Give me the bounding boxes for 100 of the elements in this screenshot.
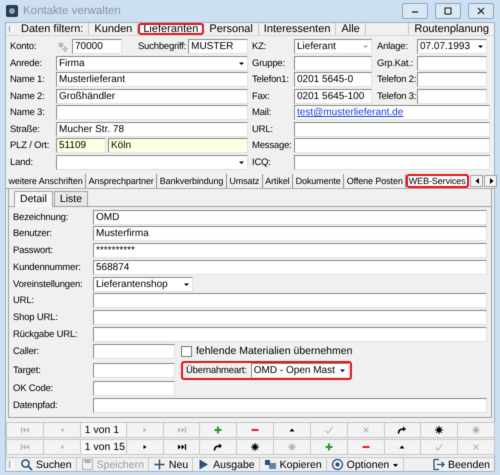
input-field[interactable]: [417, 56, 487, 70]
plus-icon: [152, 458, 166, 472]
add-person-icon[interactable]: [56, 40, 70, 54]
field-label: Name 3:: [10, 107, 46, 118]
dropdown[interactable]: Lieferantenshop: [93, 276, 193, 292]
tab[interactable]: Artikel: [262, 174, 294, 188]
field-label: Shop URL:: [13, 312, 59, 324]
scroll-right-button[interactable]: [484, 174, 498, 186]
tab[interactable]: Bankverbindung: [157, 174, 227, 188]
field-label: Bezeichnung:: [13, 212, 70, 222]
input-field[interactable]: [93, 398, 487, 414]
input-field[interactable]: MUSTER: [188, 39, 248, 54]
tab[interactable]: Liste: [54, 190, 88, 206]
input-field[interactable]: Musterfirma: [93, 226, 487, 242]
field-label: Telefon1:: [252, 74, 290, 85]
checkbox[interactable]: [181, 346, 192, 357]
toolbar-button[interactable]: Neu: [148, 458, 194, 472]
toolbar-button[interactable]: Kopieren: [260, 458, 327, 472]
field-label: KZ:: [252, 41, 268, 52]
input-field[interactable]: 0201 5645-0: [294, 72, 372, 87]
filter-label: Daten filtern:: [16, 23, 90, 35]
dropdown[interactable]: [56, 154, 248, 170]
tab[interactable]: WEB-Services: [406, 174, 470, 188]
field-label: Caller:: [13, 346, 40, 357]
input-field[interactable]: [93, 381, 175, 396]
filter-button[interactable]: Personal: [204, 23, 259, 35]
input-field[interactable]: [417, 88, 487, 104]
toolbar-button[interactable]: Ausgabe: [193, 458, 260, 472]
tab[interactable]: Dokumente: [293, 174, 344, 188]
field-label: Telefon 2:: [377, 74, 415, 85]
input-field[interactable]: [93, 327, 487, 342]
record-position: 1 von 1: [80, 422, 127, 438]
input-field[interactable]: Mucher Str. 78: [56, 122, 248, 136]
input-field[interactable]: [93, 310, 487, 326]
navigator-button[interactable]: [236, 439, 274, 456]
record-position: 1 von 15: [80, 439, 127, 456]
filter-button[interactable]: Alle: [336, 23, 366, 35]
tab[interactable]: Detail: [14, 190, 53, 206]
input-field[interactable]: [294, 56, 372, 70]
dropdown[interactable]: OMD - Open Mast: [250, 362, 349, 378]
field-label: Message:: [252, 140, 292, 151]
navigator-button[interactable]: [162, 439, 200, 456]
input-field[interactable]: OMD: [93, 210, 487, 224]
input-field[interactable]: Köln: [108, 138, 248, 153]
field-label: Gruppe:: [252, 58, 286, 68]
field-label: URL:: [13, 295, 35, 306]
input-field[interactable]: 0201 5645-100: [294, 88, 372, 104]
dropdown[interactable]: 07.07.1993: [417, 39, 487, 54]
field-label: Name 1:: [10, 74, 46, 85]
toolbar-button[interactable]: Suchen: [16, 458, 77, 472]
input-field[interactable]: Großhändler: [56, 88, 248, 104]
field-label: Datenpfad:: [13, 400, 58, 412]
input-field[interactable]: [93, 293, 487, 308]
toolbar-button[interactable]: Beenden: [428, 458, 494, 472]
play-icon: [197, 458, 210, 472]
scroll-left-button[interactable]: [470, 174, 484, 186]
email-link[interactable]: test@musterlieferant.de: [297, 107, 404, 118]
tab[interactable]: Umsatz: [226, 174, 263, 188]
field-label: Anrede:: [10, 58, 43, 68]
filter-button[interactable]: Lieferanten: [138, 23, 204, 35]
settings-icon: [330, 458, 344, 472]
input-field[interactable]: **********: [93, 243, 487, 258]
field-label: Mail:: [252, 107, 272, 118]
input-field[interactable]: 568874: [93, 260, 487, 275]
input-field[interactable]: Musterlieferant: [56, 72, 248, 87]
input-field[interactable]: [294, 122, 490, 136]
window-title: Kontakte verwalten: [23, 5, 122, 17]
maximize-icon: [442, 6, 454, 16]
field-label: Suchbegriff:: [138, 41, 186, 52]
maximize-button[interactable]: [435, 3, 461, 19]
filter-button[interactable]: Interessenten: [258, 23, 336, 35]
navigator-button[interactable]: [384, 422, 422, 438]
input-field[interactable]: test@musterlieferant.de: [294, 105, 490, 120]
navigator-button[interactable]: [199, 439, 238, 456]
field-label: ICQ:: [252, 156, 272, 168]
input-field[interactable]: [93, 344, 175, 359]
minimize-button[interactable]: [402, 3, 428, 19]
close-button[interactable]: [468, 3, 494, 19]
field-label: Benutzer:: [13, 228, 53, 240]
tab[interactable]: weitere Anschriften: [6, 174, 86, 188]
input-field[interactable]: [294, 138, 490, 153]
dropdown[interactable]: Firma: [56, 56, 248, 70]
input-field[interactable]: [294, 154, 490, 170]
field-label: OK Code:: [13, 383, 54, 394]
exit-door-icon: [432, 458, 445, 472]
route-planning-button[interactable]: Routenplanung: [408, 23, 494, 35]
copy-icon: [264, 458, 277, 472]
close-icon: [475, 6, 487, 16]
toolbar-button[interactable]: Optionen: [326, 458, 404, 472]
field-label: Fax:: [252, 90, 271, 102]
field-label: Anlage:: [377, 41, 409, 52]
input-field[interactable]: [417, 72, 487, 87]
input-field[interactable]: [56, 105, 248, 120]
input-field[interactable]: 70000: [72, 39, 122, 54]
field-label: Land:: [10, 156, 34, 168]
navigator-button[interactable]: [420, 422, 458, 438]
tab[interactable]: Ansprechpartner: [86, 174, 158, 188]
input-field[interactable]: 51109: [56, 138, 106, 153]
field-label: Konto:: [10, 41, 38, 52]
input-field[interactable]: [93, 362, 175, 378]
